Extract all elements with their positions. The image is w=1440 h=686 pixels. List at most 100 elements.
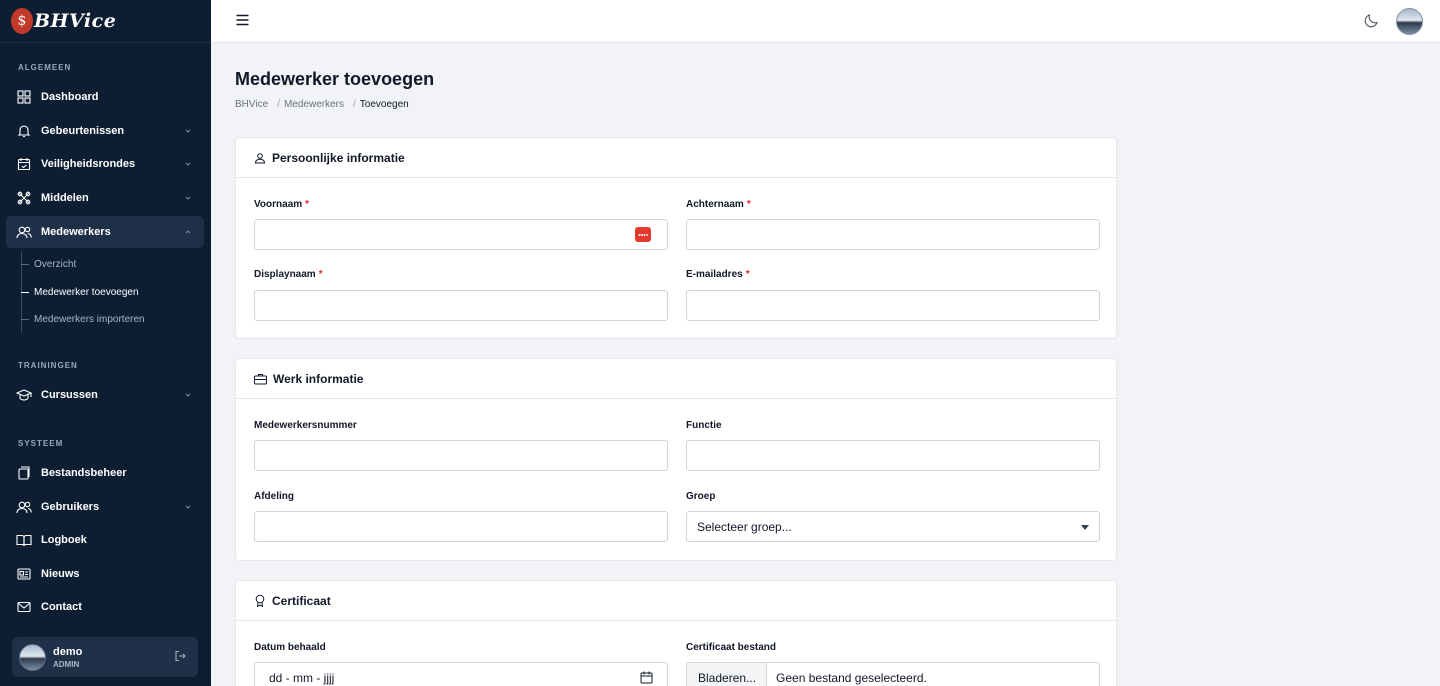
group-select[interactable]: Selecteer groep... — [686, 511, 1100, 542]
section-label-trainings: TRAININGEN — [18, 361, 78, 370]
card-header: Persoonlijke informatie — [236, 138, 1116, 178]
sidebar-item-label: Bestandsbeheer — [41, 467, 127, 479]
briefcase-icon — [254, 373, 267, 385]
sidebar-item-dashboard[interactable]: Dashboard — [6, 81, 204, 113]
calendar-icon[interactable] — [640, 671, 653, 684]
sidebar-item-label: Nieuws — [41, 568, 80, 580]
users-icon — [16, 224, 32, 240]
date-obtained-field[interactable]: dd - mm - jjjj — [254, 662, 668, 686]
department-label: Afdeling — [254, 491, 294, 502]
breadcrumb-separator: / — [277, 99, 280, 110]
sidebar-item-news[interactable]: Nieuws — [6, 558, 204, 590]
submenu-label: Medewerkers importeren — [34, 313, 145, 325]
chevron-up-icon — [185, 230, 191, 234]
date-placeholder: dd - mm - jjjj — [269, 670, 335, 685]
first-name-field[interactable] — [254, 219, 668, 250]
breadcrumb-separator: / — [352, 99, 356, 110]
sidebar-item-resources[interactable]: Middelen — [6, 182, 204, 214]
sidebar-item-label: Contact — [41, 601, 82, 613]
sidebar-item-label: Logboek — [41, 534, 87, 546]
user-name: demo — [53, 645, 83, 658]
first-name-label: Voornaam * — [254, 199, 310, 210]
sidebar-item-label: Veiligheidsrondes — [41, 158, 136, 170]
user-card[interactable]: demo ADMIN — [12, 637, 198, 677]
sidebar-item-label: Dashboard — [41, 91, 99, 103]
certificate-file-field[interactable]: Bladeren... Geen bestand geselecteerd. — [686, 662, 1100, 686]
certificate-file-label: Certificaat bestand — [686, 642, 777, 653]
award-icon — [254, 594, 266, 607]
breadcrumb-home[interactable]: BHVice — [235, 99, 268, 110]
last-name-field[interactable] — [686, 219, 1100, 250]
sidebar-item-logbook[interactable]: Logboek — [6, 524, 204, 556]
display-name-label: Displaynaam * — [254, 269, 323, 280]
email-field[interactable] — [686, 290, 1100, 321]
display-name-field[interactable] — [254, 290, 668, 321]
mail-icon — [16, 599, 32, 615]
sidebar-item-events[interactable]: Gebeurtenissen — [6, 115, 204, 147]
browse-button[interactable]: Bladeren... — [687, 663, 768, 686]
last-name-label: Achternaam * — [686, 199, 751, 210]
avatar[interactable] — [1396, 8, 1423, 35]
sidebar-item-file-management[interactable]: Bestandsbeheer — [6, 457, 204, 489]
caret-down-icon — [1081, 525, 1089, 530]
chevron-down-icon — [185, 505, 191, 509]
grid-icon — [16, 89, 32, 105]
sidebar-item-courses[interactable]: Cursussen — [6, 379, 204, 411]
sidebar-item-users[interactable]: Gebruikers — [6, 491, 204, 523]
sidebar-item-contact[interactable]: Contact — [6, 591, 204, 623]
chevron-down-icon — [185, 162, 191, 166]
submenu-label: Overzicht — [34, 258, 77, 270]
email-label: E-mailadres * — [686, 269, 750, 280]
group-label: Groep — [686, 491, 716, 502]
page-title: Medewerker toevoegen — [235, 69, 435, 89]
book-icon — [16, 532, 32, 548]
sidebar: $ BHVice ALGEMEEN Dashboard Gebeurteniss… — [0, 0, 211, 686]
bell-icon — [16, 123, 32, 139]
sidebar-item-label: Middelen — [41, 192, 89, 204]
user-icon — [254, 152, 266, 164]
breadcrumb-current: Toevoegen — [359, 99, 409, 110]
submenu-item-add-employee[interactable]: Medewerker toevoegen — [21, 279, 201, 305]
chevron-down-icon — [185, 196, 191, 200]
logo-icon: $ — [11, 8, 33, 34]
sidebar-item-employees[interactable]: Medewerkers — [6, 216, 204, 248]
employee-number-label: Medewerkersnummer — [254, 420, 357, 431]
function-field[interactable] — [686, 440, 1100, 471]
submenu-item-overview[interactable]: Overzicht — [21, 251, 201, 277]
avatar — [19, 643, 46, 671]
sidebar-item-label: Cursussen — [41, 389, 98, 401]
user-meta: demo ADMIN — [53, 646, 82, 669]
chevron-down-icon — [185, 393, 191, 397]
card-personal-info: Persoonlijke informatie Voornaam * Achter… — [235, 137, 1117, 339]
file-status: Geen bestand geselecteerd. — [776, 670, 927, 685]
employee-number-field[interactable] — [254, 440, 668, 471]
breadcrumb-employees[interactable]: Medewerkers — [284, 99, 344, 110]
password-manager-icon[interactable] — [635, 227, 651, 242]
files-icon — [16, 465, 32, 481]
sidebar-item-label: Medewerkers — [41, 226, 111, 238]
submenu-label: Medewerker toevoegen — [34, 286, 139, 298]
submenu-item-import-employees[interactable]: Medewerkers importeren — [21, 306, 201, 332]
brand-logo[interactable]: $ BHVice — [0, 0, 211, 43]
card-title: Persoonlijke informatie — [272, 150, 405, 165]
department-field[interactable] — [254, 511, 668, 542]
group-selected-value: Selecteer groep... — [697, 519, 792, 534]
user-role: ADMIN — [53, 659, 80, 669]
logout-icon[interactable] — [174, 650, 186, 662]
calendar-check-icon — [16, 156, 32, 172]
menu-icon[interactable] — [236, 14, 249, 26]
section-label-system: SYSTEEM — [18, 439, 64, 448]
tools-icon — [16, 190, 32, 206]
sidebar-item-label: Gebruikers — [41, 501, 100, 513]
brand-name: BHVice — [34, 10, 117, 32]
card-work-info: Werk informatie Medewerkersnummer Functi… — [235, 358, 1117, 561]
section-label-general: ALGEMEEN — [18, 63, 72, 72]
topbar — [211, 0, 1440, 43]
sidebar-item-safety-rounds[interactable]: Veiligheidsrondes — [6, 148, 204, 180]
users-icon — [16, 499, 32, 515]
function-label: Functie — [686, 420, 722, 431]
moon-icon[interactable] — [1364, 12, 1380, 28]
card-header: Certificaat — [236, 581, 1116, 621]
date-obtained-label: Datum behaald — [254, 642, 326, 653]
card-header: Werk informatie — [236, 359, 1116, 399]
